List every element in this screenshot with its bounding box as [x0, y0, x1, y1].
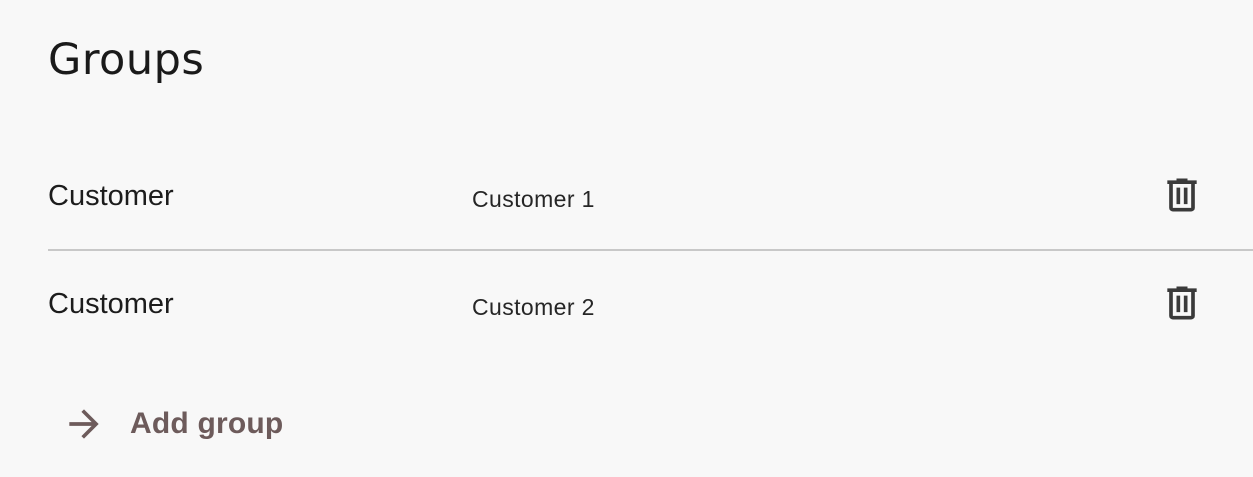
trash-icon — [1167, 178, 1197, 212]
page-title: Groups — [48, 35, 205, 85]
group-type: Customer — [48, 180, 174, 212]
trash-icon — [1167, 286, 1197, 320]
group-row: Customer Customer 1 — [48, 143, 1253, 249]
delete-group-button[interactable] — [1158, 171, 1206, 219]
group-name: Customer 2 — [472, 294, 595, 320]
add-group-label: Add group — [130, 407, 284, 440]
group-list: Customer Customer 1 Customer Customer 2 — [48, 143, 1253, 357]
group-name: Customer 1 — [472, 186, 595, 212]
group-row: Customer Customer 2 — [48, 249, 1253, 357]
arrow-right-icon — [62, 402, 106, 446]
group-type: Customer — [48, 288, 174, 320]
add-group-button[interactable]: Add group — [62, 400, 283, 448]
delete-group-button[interactable] — [1158, 279, 1206, 327]
